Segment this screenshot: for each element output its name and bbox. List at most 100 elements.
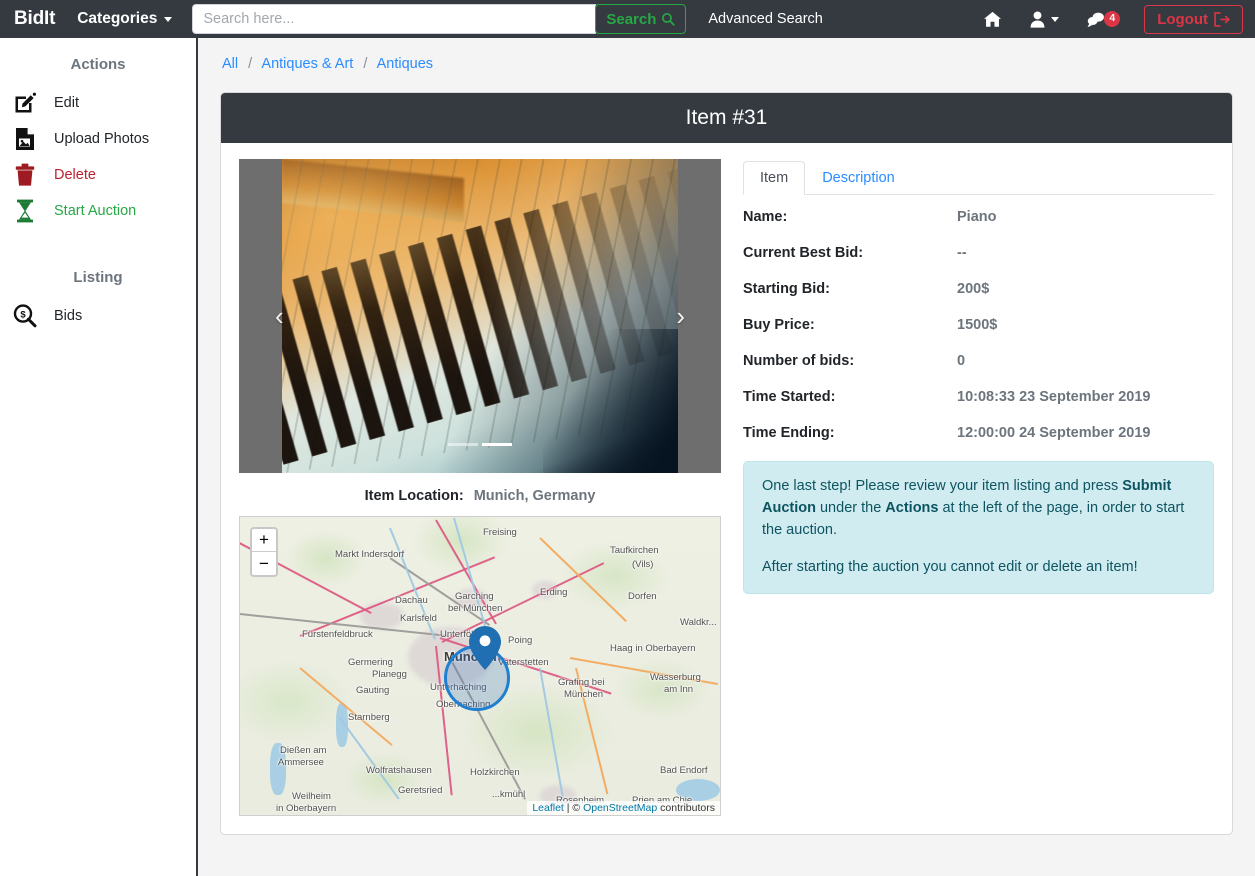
home-icon: [984, 11, 1002, 27]
location-map[interactable]: + − Freising Markt Indersdorf Taufkirchen (…: [239, 516, 721, 816]
detail-row-number-of-bids: Number of bids: 0: [743, 353, 1214, 369]
map-place-label: Germering: [348, 657, 393, 668]
map-place-label: Planegg: [372, 669, 407, 680]
attribution-suffix: contributors: [657, 802, 715, 814]
item-card: Item #31 ‹ › Item Location: Munich, Germ…: [220, 92, 1233, 835]
map-pin-icon[interactable]: [468, 625, 502, 676]
top-navbar: BidIt Categories Search Advanced Search: [0, 0, 1255, 38]
map-place-label: Bad Endorf: [660, 765, 708, 776]
navbar-right-group: 4 Logout: [969, 4, 1243, 34]
item-tabs: Item Description: [743, 161, 1214, 195]
map-place-label: in Oberbayern: [276, 803, 337, 814]
categories-label: Categories: [77, 10, 158, 27]
detail-value: 12:00:00 24 September 2019: [957, 425, 1151, 441]
map-zoom-controls: + −: [250, 527, 278, 577]
attribution-middle: | ©: [563, 802, 584, 814]
openstreetmap-link[interactable]: OpenStreetMap: [583, 802, 657, 814]
sidebar-item-label: Start Auction: [54, 203, 137, 219]
map-place-label: Markt Indersdorf: [335, 549, 405, 560]
map-place-label: ...kmühl: [492, 789, 526, 800]
detail-label: Name:: [743, 209, 788, 225]
alert-paragraph-1: One last step! Please review your item l…: [762, 476, 1195, 541]
home-button[interactable]: [969, 11, 1016, 28]
messages-badge: 4: [1104, 11, 1121, 27]
detail-value: 0: [957, 353, 966, 369]
leaflet-link[interactable]: Leaflet: [532, 802, 564, 814]
map-place-label: München: [564, 689, 604, 700]
carousel-image: [282, 159, 678, 473]
brand-logo[interactable]: BidIt: [14, 8, 55, 30]
sidebar-item-label: Edit: [54, 95, 79, 111]
sidebar-item-edit[interactable]: Edit: [0, 85, 196, 121]
breadcrumb-item-antiques-and-art[interactable]: Antiques & Art: [261, 56, 353, 72]
sidebar-item-start-auction[interactable]: Start Auction: [0, 193, 196, 229]
map-place-label: Waldkr...: [680, 617, 717, 628]
detail-label: Buy Price:: [743, 317, 815, 333]
search-input[interactable]: [192, 4, 597, 34]
map-zoom-out-button[interactable]: −: [252, 552, 276, 575]
detail-row-current-best-bid: Current Best Bid: --: [743, 245, 1214, 261]
search-button[interactable]: Search: [595, 4, 687, 34]
detail-value: Piano: [957, 209, 997, 225]
carousel-next-button[interactable]: ›: [670, 297, 691, 335]
breadcrumb-item-all[interactable]: All: [222, 56, 238, 72]
logout-button[interactable]: Logout: [1144, 4, 1243, 34]
map-zoom-in-button[interactable]: +: [252, 529, 276, 552]
svg-text:$: $: [20, 310, 26, 321]
detail-value: --: [957, 245, 967, 261]
detail-row-buy-price: Buy Price: 1500$: [743, 317, 1214, 333]
tab-item[interactable]: Item: [743, 161, 806, 195]
card-body: ‹ › Item Location: Munich, Germany + − F…: [221, 143, 1232, 834]
breadcrumb: All / Antiques & Art / Antiques: [222, 56, 1233, 72]
chevron-down-icon: [164, 16, 173, 22]
detail-row-starting-bid: Starting Bid: 200$: [743, 281, 1214, 297]
breadcrumb-item-antiques[interactable]: Antiques: [377, 56, 433, 72]
alert-paragraph-2: After starting the auction you cannot ed…: [762, 559, 1138, 576]
detail-label: Time Ending:: [743, 425, 835, 441]
card-title: Item #31: [221, 93, 1232, 143]
account-dropdown[interactable]: [1016, 10, 1073, 28]
hourglass-icon: [10, 199, 40, 223]
map-place-label: Gauting: [356, 685, 390, 696]
map-place-label: Dorfen: [628, 591, 657, 602]
map-place-label: (Vils): [632, 559, 654, 570]
map-place-label: Ammersee: [278, 757, 324, 768]
sidebar-item-label: Upload Photos: [54, 131, 150, 147]
carousel-indicator-2[interactable]: [482, 443, 512, 446]
detail-label: Starting Bid:: [743, 281, 830, 297]
sidebar-item-label: Delete: [54, 167, 96, 183]
breadcrumb-separator: /: [363, 56, 368, 72]
sidebar-item-upload-photos[interactable]: Upload Photos: [0, 121, 196, 157]
detail-row-name: Name: Piano: [743, 209, 1214, 225]
file-image-icon: [10, 127, 40, 151]
map-place-label: Starnberg: [348, 712, 390, 723]
sidebar-listing-heading: Listing: [73, 269, 123, 286]
map-place-label: Karlsfeld: [400, 613, 437, 624]
detail-label: Time Started:: [743, 389, 836, 405]
sign-out-icon: [1214, 11, 1230, 27]
map-place-label: Garching: [455, 591, 494, 602]
sidebar-item-bids[interactable]: $ Bids: [0, 298, 196, 334]
logout-label: Logout: [1157, 10, 1208, 28]
search-button-label: Search: [606, 10, 657, 28]
carousel-indicator-1[interactable]: [448, 443, 478, 446]
carousel-prev-button[interactable]: ‹: [269, 297, 290, 335]
map-place-label: Weilheim: [292, 791, 331, 802]
edit-pencil-icon: [10, 91, 40, 115]
map-attribution: Leaflet | © OpenStreetMap contributors: [527, 801, 720, 815]
sidebar-item-delete[interactable]: Delete: [0, 157, 196, 193]
image-carousel[interactable]: ‹ ›: [239, 159, 721, 473]
user-icon: [1030, 10, 1045, 28]
left-column: ‹ › Item Location: Munich, Germany + − F…: [239, 159, 721, 818]
alert-bold-actions: Actions: [885, 499, 939, 516]
breadcrumb-separator: /: [248, 56, 253, 72]
alert-text-c: under the: [815, 499, 886, 516]
map-place-label: Dachau: [395, 595, 428, 606]
advanced-search-link[interactable]: Advanced Search: [708, 11, 822, 27]
tab-description[interactable]: Description: [805, 161, 912, 195]
map-place-label: am Inn: [664, 684, 694, 695]
messages-button[interactable]: 4: [1073, 11, 1134, 28]
detail-value: 10:08:33 23 September 2019: [957, 389, 1151, 405]
categories-dropdown[interactable]: Categories: [77, 10, 173, 28]
map-place-label: bei München: [448, 603, 503, 614]
